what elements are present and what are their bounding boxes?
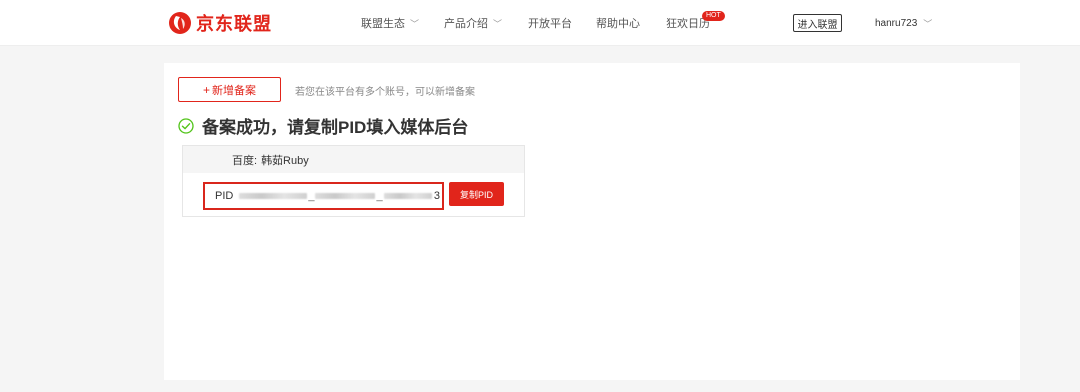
chevron-down-icon: ﹀ [923,18,933,29]
add-record-button[interactable]: + 新增备案 [178,77,281,102]
pid-masked-segment [315,193,376,199]
pid-suffix: 3 [433,190,440,202]
record-card: 百度: 韩茹Ruby PID _ _ 3 复制PID [182,145,525,217]
chevron-down-icon: ﹀ [410,18,420,29]
pid-masked-segment [239,193,308,199]
nav-item-carnival-calendar[interactable]: 狂欢日历 [666,0,710,46]
jd-union-logo[interactable]: 京东联盟 [168,10,272,36]
username: hanru723 [875,17,918,29]
nav-label: 帮助中心 [596,18,640,30]
plus-icon: + [202,82,210,97]
chevron-down-icon: ﹀ [493,18,503,29]
copy-pid-button[interactable]: 复制PID [449,182,504,206]
record-card-header: 百度: 韩茹Ruby [183,146,524,173]
nav-label: 开放平台 [528,18,572,30]
user-menu[interactable]: hanru723 ﹀ [875,0,932,46]
pid-separator: _ [308,190,315,202]
pid-masked-segment [383,193,432,199]
nav-item-open-platform[interactable]: 开放平台 [528,0,572,46]
nav-item-help-center[interactable]: 帮助中心 [596,0,640,46]
platform-label: 百度: [232,154,258,167]
account-name: 韩茹Ruby [261,154,309,167]
hot-badge: HOT [702,11,725,21]
success-title: 备案成功，请复制PID填入媒体后台 [202,118,469,137]
brand-name: 京东联盟 [196,14,272,34]
pid-field[interactable]: PID _ _ 3 [203,182,444,210]
jd-logo-icon [168,11,192,35]
enter-union-button[interactable]: 进入联盟 [793,14,842,32]
check-circle-icon [178,117,194,134]
main-panel: + 新增备案 若您在该平台有多个账号，可以新增备案 备案成功，请复制PID填入媒… [164,63,1020,380]
top-header: 京东联盟 联盟生态 ﹀ 产品介绍 ﹀ 开放平台 帮助中心 狂欢日历 HOT 进入… [0,0,1080,46]
success-banner: 备案成功，请复制PID填入媒体后台 [178,113,468,138]
nav-item-products[interactable]: 产品介绍 ﹀ [444,0,502,46]
nav-label: 联盟生态 [361,18,405,30]
nav-label: 产品介绍 [444,18,488,30]
nav-item-ecosystem[interactable]: 联盟生态 ﹀ [361,0,419,46]
pid-separator: _ [376,190,383,202]
pid-prefix: PID [215,190,234,202]
add-record-label: 新增备案 [212,84,256,97]
add-record-hint: 若您在该平台有多个账号，可以新增备案 [295,87,475,98]
